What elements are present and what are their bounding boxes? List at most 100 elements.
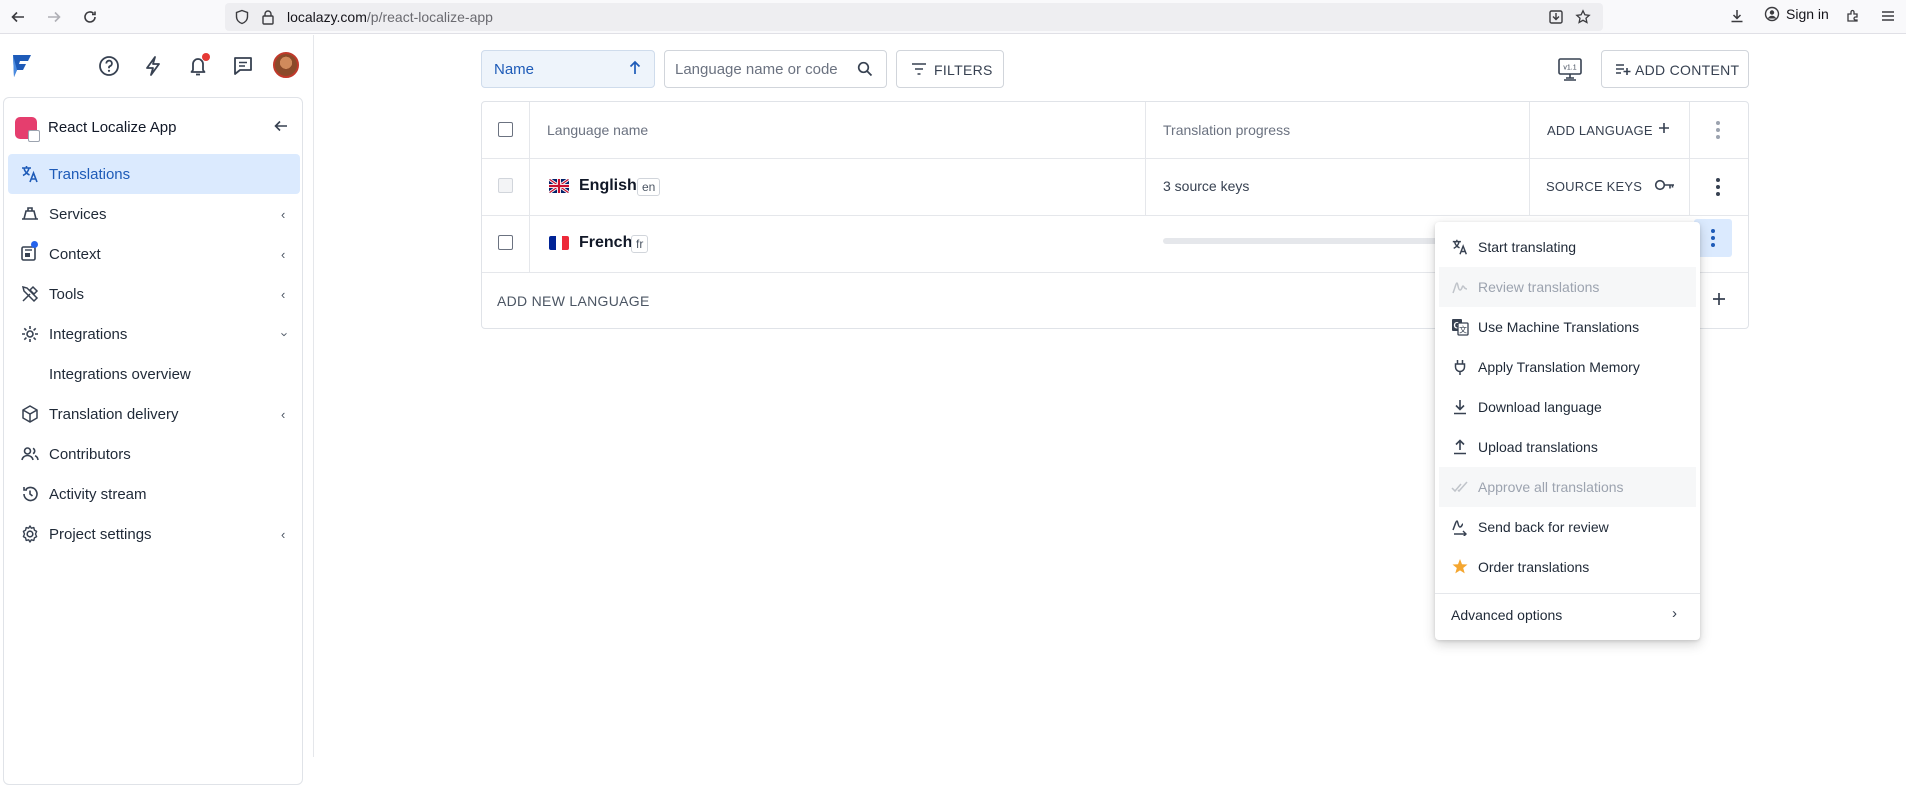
sidebar-item-integrations[interactable]: Integrations ‹ <box>8 314 300 354</box>
source-keys-button[interactable]: SOURCE KEYS <box>1546 179 1642 194</box>
messages-icon[interactable] <box>229 52 257 80</box>
menu-divider <box>1435 593 1700 594</box>
project-logo-icon <box>15 117 40 142</box>
sidebar-item-translations[interactable]: Translations <box>8 154 300 194</box>
lock-icon[interactable] <box>261 9 275 25</box>
user-avatar[interactable] <box>273 52 299 78</box>
row-checkbox[interactable] <box>498 235 513 250</box>
delivery-icon <box>19 403 41 425</box>
language-code-badge: en <box>637 178 661 196</box>
address-bar[interactable]: localazy.com/p/react-localize-app <box>225 3 1603 31</box>
extensions-icon[interactable] <box>1845 8 1861 24</box>
menu-item-order-translations[interactable]: Order translations <box>1439 547 1696 587</box>
history-icon <box>19 483 41 505</box>
sidebar-item-translation-delivery[interactable]: Translation delivery ‹ <box>8 394 300 434</box>
version-icon[interactable]: v1.1 <box>1557 57 1583 88</box>
sidebar-item-services[interactable]: Services ‹ <box>8 194 300 234</box>
menu-item-label: Use Machine Translations <box>1478 319 1640 335</box>
row-more-options-icon[interactable] <box>1701 226 1725 250</box>
menu-item-apply-translation-memory[interactable]: Apply Translation Memory <box>1439 347 1696 387</box>
downloads-icon[interactable] <box>1729 8 1745 24</box>
language-name[interactable]: English <box>579 177 637 195</box>
sign-in-label: Sign in <box>1786 6 1829 22</box>
filter-icon <box>911 62 927 79</box>
search-icon[interactable] <box>857 61 873 82</box>
review-icon <box>1451 278 1469 296</box>
sidebar-item-label: Services <box>49 205 107 223</box>
language-name[interactable]: French <box>579 234 632 252</box>
download-icon <box>1451 398 1469 416</box>
browser-toolbar: localazy.com/p/react-localize-app Sign i… <box>0 0 1906 34</box>
collapse-sidebar-icon[interactable] <box>274 119 288 138</box>
search-input[interactable] <box>675 59 845 79</box>
bookmark-star-icon[interactable] <box>1575 9 1591 25</box>
add-content-button[interactable]: ADD CONTENT <box>1601 50 1749 88</box>
menu-item-start-translating[interactable]: Start translating <box>1439 227 1696 267</box>
forward-icon[interactable] <box>41 4 67 30</box>
plus-icon <box>1657 121 1671 140</box>
help-icon[interactable] <box>95 52 123 80</box>
key-icon[interactable] <box>1654 177 1676 198</box>
column-header-language-name[interactable]: Language name <box>547 122 648 138</box>
lightning-icon[interactable] <box>139 52 167 80</box>
menu-item-download-language[interactable]: Download language <box>1439 387 1696 427</box>
sidebar-item-activity-stream[interactable]: Activity stream <box>8 474 300 514</box>
sort-select[interactable]: Name <box>481 50 655 88</box>
menu-item-send-back-for-review[interactable]: Send back for review <box>1439 507 1696 547</box>
svg-text:文: 文 <box>1459 325 1467 335</box>
sign-in-button[interactable]: Sign in <box>1764 6 1829 22</box>
arrow-up-icon[interactable] <box>628 60 642 81</box>
add-language-plus-icon[interactable] <box>1711 291 1727 312</box>
row-more-options-icon[interactable] <box>1706 175 1730 199</box>
header-more-options-icon[interactable] <box>1706 118 1730 142</box>
notification-badge <box>202 53 210 61</box>
tools-icon <box>19 283 41 305</box>
translate-icon <box>1451 238 1469 256</box>
menu-item-use-machine-translations[interactable]: G文 Use Machine Translations <box>1439 307 1696 347</box>
sidebar-item-context[interactable]: Context ‹ <box>8 234 300 274</box>
account-icon <box>1764 6 1780 22</box>
chevron-left-icon: ‹ <box>281 406 286 422</box>
menu-item-label: Review translations <box>1478 279 1600 295</box>
menu-hamburger-icon[interactable] <box>1880 8 1896 24</box>
sidebar-item-integrations-overview[interactable]: Integrations overview <box>8 354 300 394</box>
column-header-translation-progress: Translation progress <box>1163 122 1291 138</box>
menu-item-review-translations: Review translations <box>1439 267 1696 307</box>
sidebar-item-contributors[interactable]: Contributors <box>8 434 300 474</box>
menu-item-label: Send back for review <box>1478 519 1609 535</box>
add-language-label: ADD LANGUAGE <box>1547 123 1653 138</box>
project-header: React Localize App <box>4 98 302 154</box>
add-new-language-button[interactable]: ADD NEW LANGUAGE <box>497 293 650 309</box>
sidebar-item-tools[interactable]: Tools ‹ <box>8 274 300 314</box>
localazy-logo-icon[interactable] <box>10 53 34 79</box>
chevron-left-icon: ‹ <box>281 206 286 222</box>
page-save-icon[interactable] <box>1548 9 1564 25</box>
plug-icon <box>1451 358 1469 376</box>
services-icon <box>19 203 41 225</box>
france-flag-icon <box>549 236 569 250</box>
menu-item-upload-translations[interactable]: Upload translations <box>1439 427 1696 467</box>
integrations-icon <box>19 323 41 345</box>
menu-item-label: Approve all translations <box>1478 479 1624 495</box>
menu-item-label: Download language <box>1478 399 1602 415</box>
add-content-label: ADD CONTENT <box>1635 62 1740 78</box>
tracking-shield-icon[interactable] <box>234 9 250 25</box>
chevron-left-icon: ‹ <box>281 246 286 262</box>
machine-translate-icon: G文 <box>1451 318 1469 336</box>
chevron-left-icon: ‹ <box>281 526 286 542</box>
reload-icon[interactable] <box>77 4 103 30</box>
chevron-right-icon: › <box>1672 605 1677 622</box>
contributors-icon <box>19 443 41 465</box>
notifications-bell-icon[interactable] <box>184 52 212 80</box>
sidebar-item-project-settings[interactable]: Project settings ‹ <box>8 514 300 554</box>
back-icon[interactable] <box>5 4 31 30</box>
star-icon <box>1451 558 1469 576</box>
filters-button[interactable]: FILTERS <box>896 50 1004 88</box>
search-field[interactable] <box>664 50 887 88</box>
upload-icon <box>1451 438 1469 456</box>
source-keys-count: 3 source keys <box>1163 178 1250 194</box>
menu-item-approve-all-translations: Approve all translations <box>1439 467 1696 507</box>
uk-flag-icon <box>549 179 569 193</box>
select-all-checkbox[interactable] <box>498 122 513 137</box>
filters-label: FILTERS <box>934 62 993 78</box>
